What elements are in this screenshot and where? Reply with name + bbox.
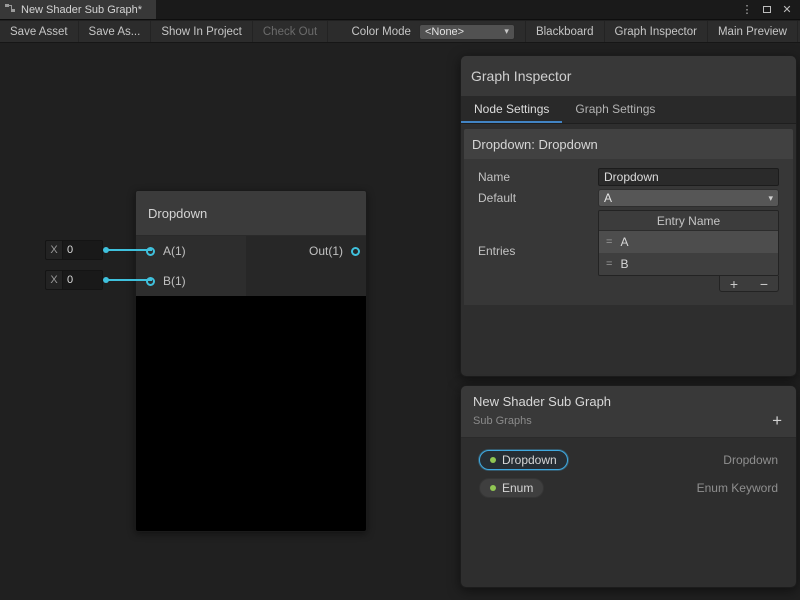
entry-b-value: B [620, 257, 628, 271]
inspector-content: Name Dropdown Default A ▾ Entries Entry … [464, 159, 793, 305]
drag-handle-icon[interactable]: = [606, 236, 612, 248]
blackboard-item-dropdown: Dropdown Dropdown [461, 446, 796, 474]
input-a-value-field[interactable] [62, 241, 102, 259]
node-input-column: A(1) B(1) [136, 236, 246, 296]
exposed-dot-icon [490, 485, 496, 491]
tab-title: New Shader Sub Graph* [21, 4, 142, 16]
document-tab[interactable]: New Shader Sub Graph* [0, 0, 156, 19]
entry-row-b[interactable]: = B [599, 253, 778, 275]
blackboard-title: New Shader Sub Graph [473, 394, 784, 409]
show-in-project-button[interactable]: Show In Project [151, 21, 253, 42]
tab-node-settings[interactable]: Node Settings [461, 96, 562, 123]
axis-x-label: X [46, 244, 62, 256]
edge-a [106, 249, 152, 251]
entries-row: Entries Entry Name = A = B [478, 210, 779, 292]
dropdown-pill-label: Dropdown [502, 453, 557, 467]
kebab-menu-icon[interactable]: ⋮ [738, 3, 756, 16]
color-mode-dropdown[interactable]: <None> ▾ [419, 24, 515, 40]
blackboard-header: New Shader Sub Graph Sub Graphs + [461, 386, 796, 438]
entries-list: Entry Name = A = B [598, 210, 779, 276]
toolbar-spacer [328, 21, 347, 42]
node-preview [136, 296, 366, 531]
add-entry-icon[interactable]: + [726, 277, 742, 291]
input-port-b[interactable] [146, 277, 155, 286]
node-output-column: Out(1) [246, 236, 366, 296]
add-property-icon[interactable]: + [772, 412, 782, 429]
blackboard-panel: New Shader Sub Graph Sub Graphs + Dropdo… [460, 385, 797, 588]
dropdown-node[interactable]: Dropdown A(1) B(1) Out(1) [135, 190, 367, 532]
node-title[interactable]: Dropdown [136, 191, 366, 236]
entries-control: Entry Name = A = B + − [598, 210, 779, 292]
dropdown-property-pill[interactable]: Dropdown [479, 450, 568, 470]
input-port-a[interactable] [146, 247, 155, 256]
name-label: Name [478, 170, 598, 184]
default-dropdown[interactable]: A ▾ [598, 189, 779, 207]
input-b-value-field[interactable] [62, 271, 102, 289]
name-field[interactable]: Dropdown [598, 168, 779, 186]
color-mode-value: <None> [425, 26, 464, 38]
default-row: Default A ▾ [478, 189, 779, 207]
blackboard-item-enum: Enum Enum Keyword [461, 474, 796, 502]
tab-graph-settings[interactable]: Graph Settings [562, 96, 668, 123]
output-port-label: Out(1) [309, 244, 343, 258]
main-preview-toggle-button[interactable]: Main Preview [708, 21, 798, 42]
enum-property-type: Enum Keyword [697, 481, 778, 495]
remove-entry-icon[interactable]: − [756, 277, 772, 291]
save-as-button[interactable]: Save As... [79, 21, 152, 42]
graph-inspector-panel: Graph Inspector Node Settings Graph Sett… [460, 55, 797, 377]
entries-footer: + − [598, 276, 779, 292]
input-port-a-label: A(1) [163, 244, 186, 258]
entries-footer-box: + − [719, 276, 779, 292]
exposed-dot-icon [490, 457, 496, 463]
enum-property-pill[interactable]: Enum [479, 478, 544, 498]
graph-inspector-title: Graph Inspector [461, 56, 796, 96]
axis-x-label: X [46, 274, 62, 286]
name-row: Name Dropdown [478, 168, 779, 186]
input-port-b-label: B(1) [163, 274, 186, 288]
shader-graph-window: New Shader Sub Graph* ⋮ ✕ Save Asset Sav… [0, 0, 800, 600]
node-body: A(1) B(1) Out(1) [136, 236, 366, 296]
chevron-down-icon: ▾ [768, 193, 773, 204]
input-b-default-widget: X [45, 270, 103, 290]
output-port[interactable] [351, 247, 360, 256]
save-asset-button[interactable]: Save Asset [0, 21, 79, 42]
maximize-icon[interactable] [758, 4, 776, 16]
drag-handle-icon[interactable]: = [606, 258, 612, 270]
edge-b [106, 279, 152, 281]
entries-list-header: Entry Name [599, 211, 778, 231]
title-bar: New Shader Sub Graph* ⋮ ✕ [0, 0, 800, 20]
dropdown-property-type: Dropdown [723, 453, 778, 467]
close-icon[interactable]: ✕ [778, 3, 796, 16]
inspector-section-title: Dropdown: Dropdown [464, 129, 793, 159]
toolbar-right-group: Blackboard Graph Inspector Main Preview [525, 21, 798, 42]
name-field-value: Dropdown [604, 170, 659, 184]
entries-label: Entries [478, 244, 598, 258]
blackboard-items: Dropdown Dropdown Enum Enum Keyword [461, 438, 796, 502]
enum-pill-label: Enum [502, 481, 533, 495]
default-label: Default [478, 191, 598, 205]
color-mode-label: Color Mode [352, 26, 411, 38]
default-dropdown-value: A [604, 191, 612, 205]
chevron-down-icon: ▾ [504, 26, 509, 37]
graph-inspector-toggle-button[interactable]: Graph Inspector [605, 21, 708, 42]
toolbar: Save Asset Save As... Show In Project Ch… [0, 21, 800, 43]
entry-row-a[interactable]: = A [599, 231, 778, 253]
blackboard-toggle-button[interactable]: Blackboard [526, 21, 605, 42]
blackboard-subtitle: Sub Graphs [473, 415, 784, 427]
maximize-box-glyph [763, 6, 771, 13]
entry-a-value: A [620, 235, 628, 249]
window-controls: ⋮ ✕ [738, 0, 800, 19]
input-row-a: A(1) [136, 236, 246, 266]
check-out-button: Check Out [253, 21, 328, 42]
shader-graph-icon [4, 2, 16, 17]
inspector-tabs: Node Settings Graph Settings [461, 96, 796, 124]
output-row: Out(1) [246, 236, 366, 266]
input-row-b: B(1) [136, 266, 246, 296]
input-a-default-widget: X [45, 240, 103, 260]
